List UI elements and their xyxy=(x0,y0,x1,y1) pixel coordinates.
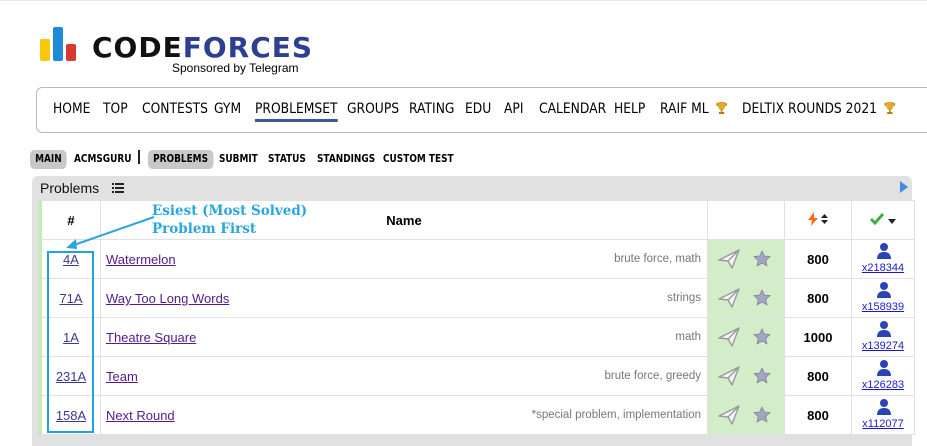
submit-paper-plane-icon[interactable] xyxy=(718,249,740,269)
checkmark-icon xyxy=(870,212,885,225)
submenu-problems[interactable]: PROBLEMS xyxy=(148,150,214,169)
problem-difficulty: 800 xyxy=(784,239,852,279)
problem-tags[interactable]: brute force, greedy xyxy=(604,370,701,382)
table-row: 231A Team brute force, greedy 800 x12628… xyxy=(38,356,915,396)
problem-difficulty: 800 xyxy=(784,278,852,318)
submenu-main[interactable]: MAIN xyxy=(30,150,67,169)
menu-item-edu[interactable]: EDU xyxy=(465,101,491,117)
problem-tags[interactable]: math xyxy=(675,331,701,343)
user-icon xyxy=(877,360,891,376)
problem-difficulty: 800 xyxy=(784,395,852,435)
top-divider xyxy=(0,0,927,1)
main-menu: HOME TOP CONTESTS GYM PROBLEMSET GROUPS … xyxy=(36,87,927,133)
user-icon xyxy=(877,321,891,337)
submit-paper-plane-icon[interactable] xyxy=(718,405,740,425)
solved-count-link[interactable]: x139274 xyxy=(852,340,914,352)
menu-item-top[interactable]: TOP xyxy=(103,101,128,117)
problem-tags[interactable]: strings xyxy=(667,292,701,304)
solved-count-link[interactable]: x112077 xyxy=(852,418,914,430)
problem-name-link[interactable]: Team xyxy=(106,369,138,384)
menu-item-rating[interactable]: RATING xyxy=(409,101,454,117)
panel-title: Problems xyxy=(40,180,100,196)
problem-difficulty: 1000 xyxy=(784,317,852,357)
table-row: 71A Way Too Long Words strings 800 x1589… xyxy=(38,278,915,318)
sort-icon[interactable] xyxy=(821,213,828,224)
table-row: 158A Next Round *special problem, implem… xyxy=(38,395,915,435)
star-icon[interactable] xyxy=(753,367,771,385)
submenu-submit[interactable]: SUBMIT xyxy=(219,150,258,169)
submenu-separator xyxy=(138,150,140,164)
trophy-icon xyxy=(716,102,727,114)
problem-name-link[interactable]: Next Round xyxy=(106,408,175,423)
logo-wordmark: CODEFORCES xyxy=(92,31,314,64)
problem-name-link[interactable]: Way Too Long Words xyxy=(106,291,229,306)
header-actions xyxy=(707,200,785,240)
trophy-icon xyxy=(884,102,896,114)
menu-item-deltix-rounds[interactable]: DELTIX ROUNDS 2021 xyxy=(742,101,896,117)
menu-item-calendar[interactable]: CALENDAR xyxy=(539,101,606,117)
annotation-highlight-box xyxy=(47,251,94,433)
header-solved[interactable] xyxy=(851,200,915,240)
solved-count-link[interactable]: x218344 xyxy=(852,262,914,274)
menu-item-raif-ml[interactable]: RAIF ML xyxy=(660,101,727,117)
submenu-acmsguru[interactable]: ACMSGURU xyxy=(74,150,131,169)
arrow-right-icon[interactable] xyxy=(900,181,908,193)
user-icon xyxy=(877,282,891,298)
annotation-arrow-icon xyxy=(66,216,155,249)
menu-item-help[interactable]: HELP xyxy=(614,101,645,117)
annotation-text: Esiest (Most Solved) Problem First xyxy=(152,203,308,237)
star-icon[interactable] xyxy=(753,328,771,346)
lightning-icon xyxy=(808,211,818,226)
solved-count-link[interactable]: x126283 xyxy=(852,379,914,391)
sponsor-text: Sponsored by Telegram xyxy=(172,61,299,75)
menu-item-problemset[interactable]: PROBLEMSET xyxy=(255,101,338,122)
user-icon xyxy=(877,399,891,415)
submit-paper-plane-icon[interactable] xyxy=(718,366,740,386)
menu-item-groups[interactable]: GROUPS xyxy=(347,101,399,117)
star-icon[interactable] xyxy=(753,289,771,307)
user-icon xyxy=(877,243,891,259)
table-row: 4A Watermelon brute force, math 800 x218… xyxy=(38,239,915,279)
submenu-status[interactable]: STATUS xyxy=(268,150,306,169)
list-icon[interactable] xyxy=(112,183,124,193)
submenu-standings[interactable]: STANDINGS xyxy=(317,150,375,169)
problem-tags[interactable]: *special problem, implementation xyxy=(532,409,701,421)
star-icon[interactable] xyxy=(753,406,771,424)
header-difficulty[interactable] xyxy=(784,200,852,240)
submenu-custom-test[interactable]: CUSTOM TEST xyxy=(383,150,454,169)
submit-paper-plane-icon[interactable] xyxy=(718,327,740,347)
logo-bars-icon xyxy=(40,27,80,61)
problem-name-link[interactable]: Theatre Square xyxy=(106,330,196,345)
star-icon[interactable] xyxy=(753,250,771,268)
problem-difficulty: 800 xyxy=(784,356,852,396)
menu-item-api[interactable]: API xyxy=(504,101,523,117)
table-row: 1A Theatre Square math 1000 x139274 xyxy=(38,317,915,357)
solved-count-link[interactable]: x158939 xyxy=(852,301,914,313)
menu-item-contests[interactable]: CONTESTS xyxy=(142,101,208,117)
submit-paper-plane-icon[interactable] xyxy=(718,288,740,308)
menu-item-gym[interactable]: GYM xyxy=(214,101,241,117)
problem-tags[interactable]: brute force, math xyxy=(614,253,701,265)
menu-item-home[interactable]: HOME xyxy=(53,101,90,117)
chevron-down-icon xyxy=(887,218,896,224)
